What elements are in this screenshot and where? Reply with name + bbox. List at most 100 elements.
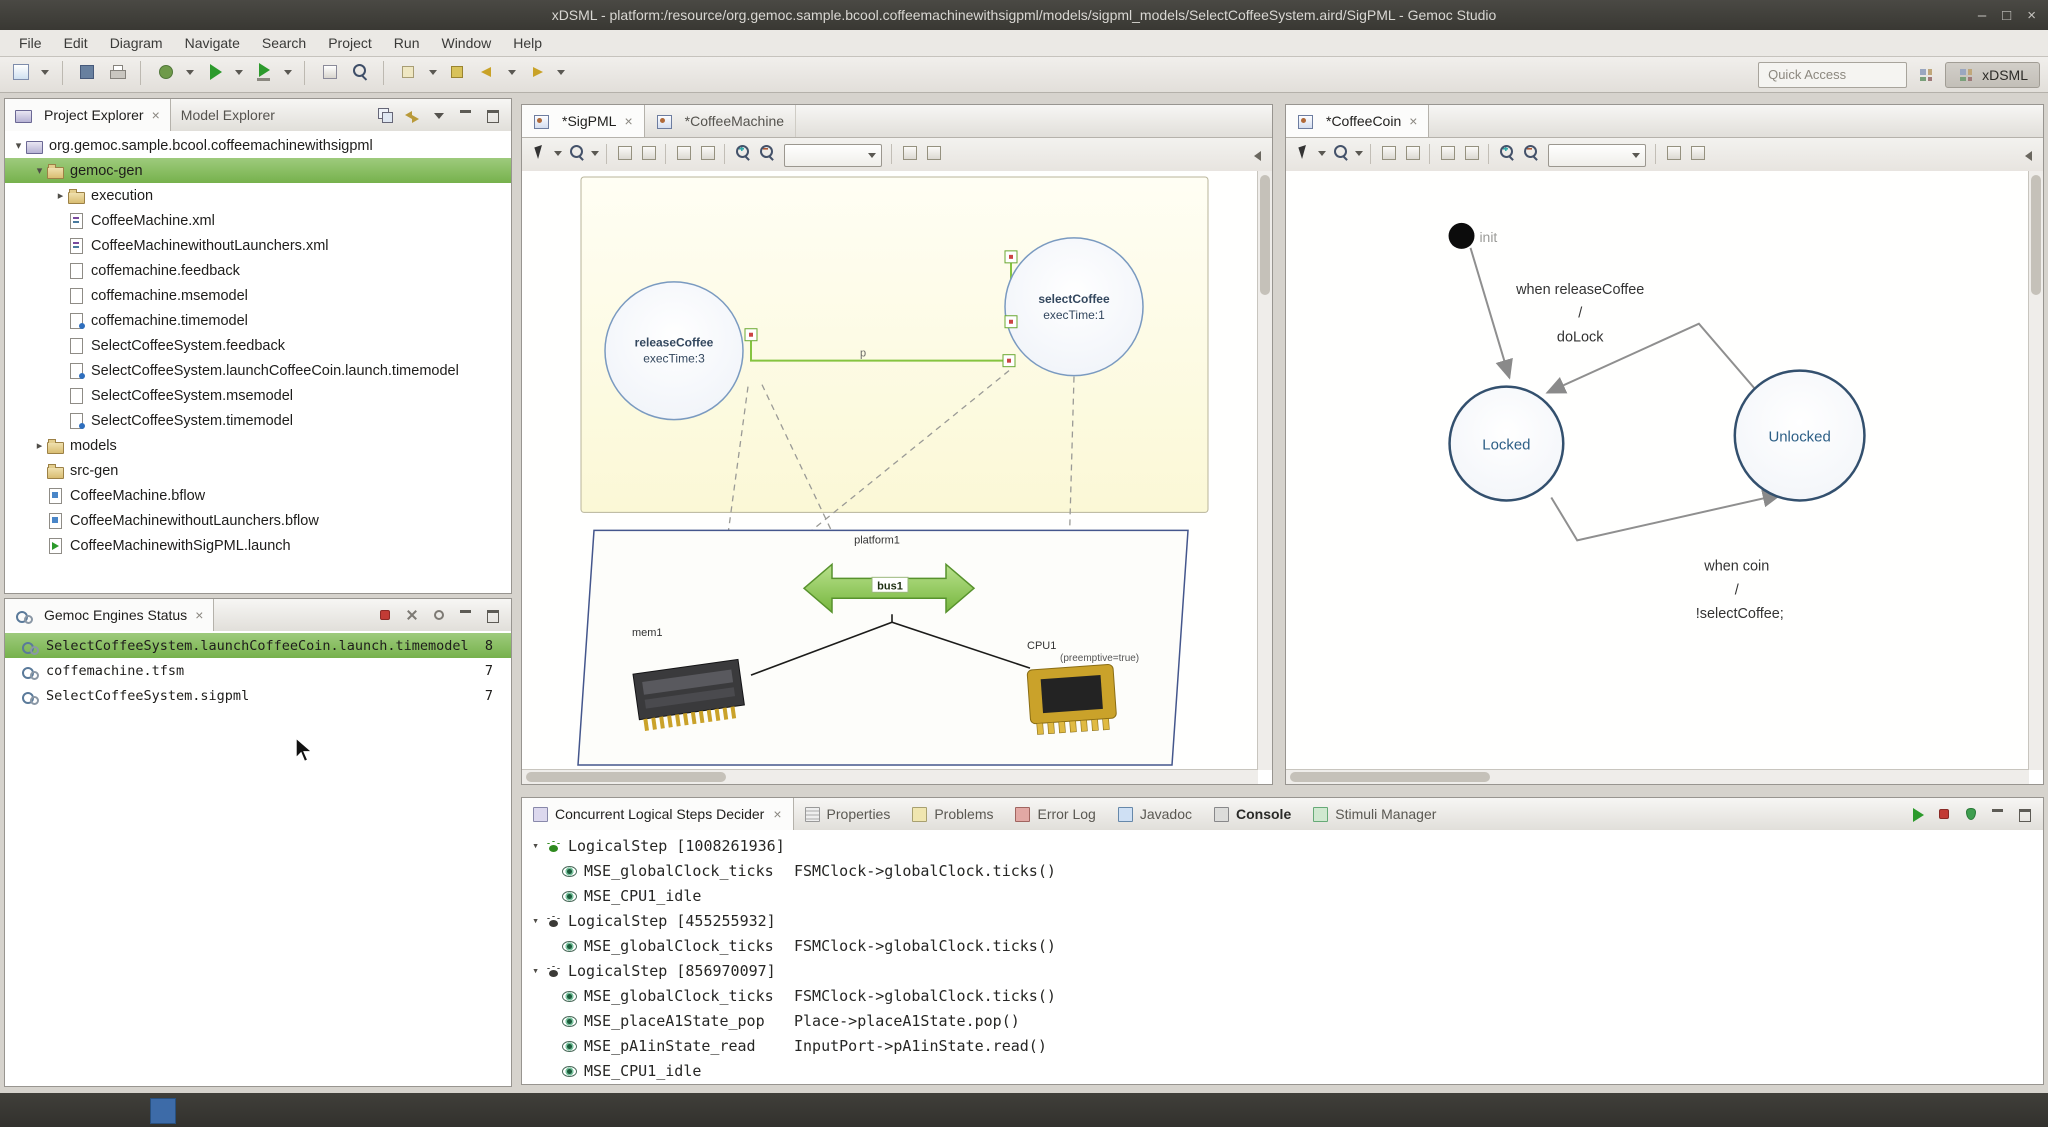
tab-properties[interactable]: Properties × [794, 798, 902, 830]
tree-item-coffeemachine-with-sigpml-launch[interactable]: CoffeeMachinewithSigPML.launch [5, 533, 511, 558]
menu-project[interactable]: Project [317, 32, 383, 54]
minimize-view-icon[interactable] [1989, 805, 2007, 823]
external-tools-icon[interactable] [252, 60, 276, 84]
annotation-nav-icon[interactable] [396, 60, 420, 84]
logical-step-row[interactable]: ▾ LogicalStep [455255932] [522, 908, 2043, 933]
diagram-separator[interactable] [1488, 144, 1491, 164]
tab-concurrent-logical-steps-decider[interactable]: Concurrent Logical Steps Decider × [522, 798, 794, 830]
maximize-view-icon[interactable] [484, 106, 502, 124]
logical-step-row[interactable]: ▾ LogicalStep [1008261936] [522, 833, 2043, 858]
select-dropdown-icon[interactable] [553, 142, 564, 164]
play-step-icon[interactable] [1908, 805, 1926, 823]
mse-row[interactable]: MSE_CPU1_idle [522, 1058, 2043, 1083]
tree-item-coffemachine-feedback[interactable]: coffemachine.feedback [5, 258, 511, 283]
palette-collapse-icon[interactable] [1250, 144, 1266, 166]
mse-row[interactable]: MSE_globalClock_ticks FSMClock->globalCl… [522, 933, 2043, 958]
search-icon[interactable] [348, 60, 372, 84]
zoom-out-icon[interactable] [756, 142, 778, 164]
maximize-view-icon[interactable] [2016, 805, 2034, 823]
diagram-separator[interactable] [1370, 144, 1373, 164]
stop-icon[interactable] [1935, 805, 1953, 823]
print-diagram-icon[interactable] [923, 142, 945, 164]
link-with-editor-icon[interactable] [403, 106, 421, 124]
engine-row-selectcoffeesystem-launch[interactable]: SelectCoffeeSystem.launchCoffeeCoin.laun… [5, 633, 511, 658]
zoom-combo[interactable] [784, 144, 882, 167]
dispose-engine-icon[interactable] [403, 606, 421, 624]
mse-row[interactable]: MSE_pA1inState_read InputPort->pA1inStat… [522, 1033, 2043, 1058]
forward-dropdown-icon[interactable] [555, 60, 567, 84]
vertical-scrollbar[interactable] [1257, 171, 1272, 770]
close-icon[interactable]: × [1409, 113, 1417, 129]
tab-coffeecoin[interactable]: *CoffeeCoin × [1286, 105, 1429, 137]
arrange-icon[interactable] [1461, 142, 1483, 164]
perspective-switcher-xdsml[interactable]: xDSML [1945, 62, 2040, 88]
menu-diagram[interactable]: Diagram [99, 32, 174, 54]
select-tool-icon[interactable] [1293, 142, 1315, 164]
back-icon[interactable] [476, 60, 500, 84]
align-icon[interactable] [1437, 142, 1459, 164]
forward-icon[interactable] [525, 60, 549, 84]
scrollbar-thumb[interactable] [2031, 175, 2041, 295]
zoom-dropdown-icon[interactable] [1354, 142, 1365, 164]
expander-icon[interactable]: ▾ [528, 964, 543, 977]
engine-row-coffemachine-tfsm[interactable]: coffemachine.tfsm 7 [5, 658, 511, 683]
tab-error-log[interactable]: Error Log × [1004, 798, 1106, 830]
diagram-separator[interactable] [891, 144, 894, 164]
align-icon[interactable] [673, 142, 695, 164]
mse-row[interactable]: MSE_globalClock_ticks FSMClock->globalCl… [522, 983, 2043, 1008]
close-window-icon[interactable]: × [2027, 7, 2036, 24]
run-icon[interactable] [203, 60, 227, 84]
tree-item-models[interactable]: ▸ models [5, 433, 511, 458]
tab-console[interactable]: Console × [1203, 798, 1302, 830]
toolbar-separator[interactable] [383, 61, 386, 85]
toolbar-separator[interactable] [304, 61, 307, 85]
cpu-chip-image[interactable] [1027, 664, 1117, 735]
debug-icon[interactable] [154, 60, 178, 84]
tree-item-selectcoffeesystem-feedback[interactable]: SelectCoffeeSystem.feedback [5, 333, 511, 358]
tree-item-project-root[interactable]: ▾ org.gemoc.sample.bcool.coffeemachinewi… [5, 133, 511, 158]
new-wizard-icon[interactable] [9, 60, 33, 84]
toolbar-separator[interactable] [140, 61, 143, 85]
status-indicator[interactable] [150, 1098, 176, 1124]
diagram-separator[interactable] [724, 144, 727, 164]
menu-edit[interactable]: Edit [53, 32, 99, 54]
shield-icon[interactable] [1962, 805, 1980, 823]
tree-item-coffemachine-msemodel[interactable]: coffemachine.msemodel [5, 283, 511, 308]
minimize-view-icon[interactable] [457, 606, 475, 624]
last-edit-location-icon[interactable] [445, 60, 469, 84]
scrollbar-thumb[interactable] [1290, 772, 1490, 782]
expander-icon[interactable]: ▸ [53, 189, 68, 202]
back-dropdown-icon[interactable] [506, 60, 518, 84]
mse-row[interactable]: MSE_globalClock_ticks FSMClock->globalCl… [522, 858, 2043, 883]
export-image-icon[interactable] [899, 142, 921, 164]
close-icon[interactable]: × [773, 806, 781, 822]
tab-gemoc-engines-status[interactable]: Gemoc Engines Status × [5, 599, 214, 631]
annotation-dropdown-icon[interactable] [427, 60, 439, 84]
diagram-separator[interactable] [606, 144, 609, 164]
initial-state-node[interactable] [1449, 223, 1475, 249]
actor-selectcoffee-node[interactable] [1005, 238, 1143, 376]
menu-help[interactable]: Help [502, 32, 553, 54]
sigpml-canvas[interactable]: p releaseCoffee execTime:3 selectCoffee … [522, 171, 1258, 770]
horizontal-scrollbar[interactable] [522, 769, 1258, 784]
quick-access-field[interactable]: Quick Access [1758, 62, 1907, 88]
coffeecoin-canvas[interactable]: init Locked Unlocked when releaseCoffee … [1286, 171, 2029, 770]
print-icon[interactable] [106, 60, 130, 84]
run-dropdown-icon[interactable] [233, 60, 245, 84]
filters-icon[interactable] [1402, 142, 1424, 164]
scrollbar-thumb[interactable] [526, 772, 726, 782]
tree-item-coffeemachine-without-launchers-xml[interactable]: CoffeeMachinewithoutLaunchers.xml [5, 233, 511, 258]
zoom-in-icon[interactable] [732, 142, 754, 164]
print-diagram-icon[interactable] [1687, 142, 1709, 164]
expander-icon[interactable]: ▾ [32, 164, 47, 177]
export-image-icon[interactable] [1663, 142, 1685, 164]
minimize-view-icon[interactable] [457, 106, 475, 124]
menu-window[interactable]: Window [430, 32, 502, 54]
tree-item-coffemachine-timemodel[interactable]: coffemachine.timemodel [5, 308, 511, 333]
palette-collapse-icon[interactable] [2021, 144, 2037, 166]
open-type-icon[interactable] [318, 60, 342, 84]
close-icon[interactable]: × [195, 607, 203, 623]
tab-stimuli-manager[interactable]: Stimuli Manager × [1302, 798, 1447, 830]
save-icon[interactable] [75, 60, 99, 84]
zoom-dropdown-icon[interactable] [590, 142, 601, 164]
